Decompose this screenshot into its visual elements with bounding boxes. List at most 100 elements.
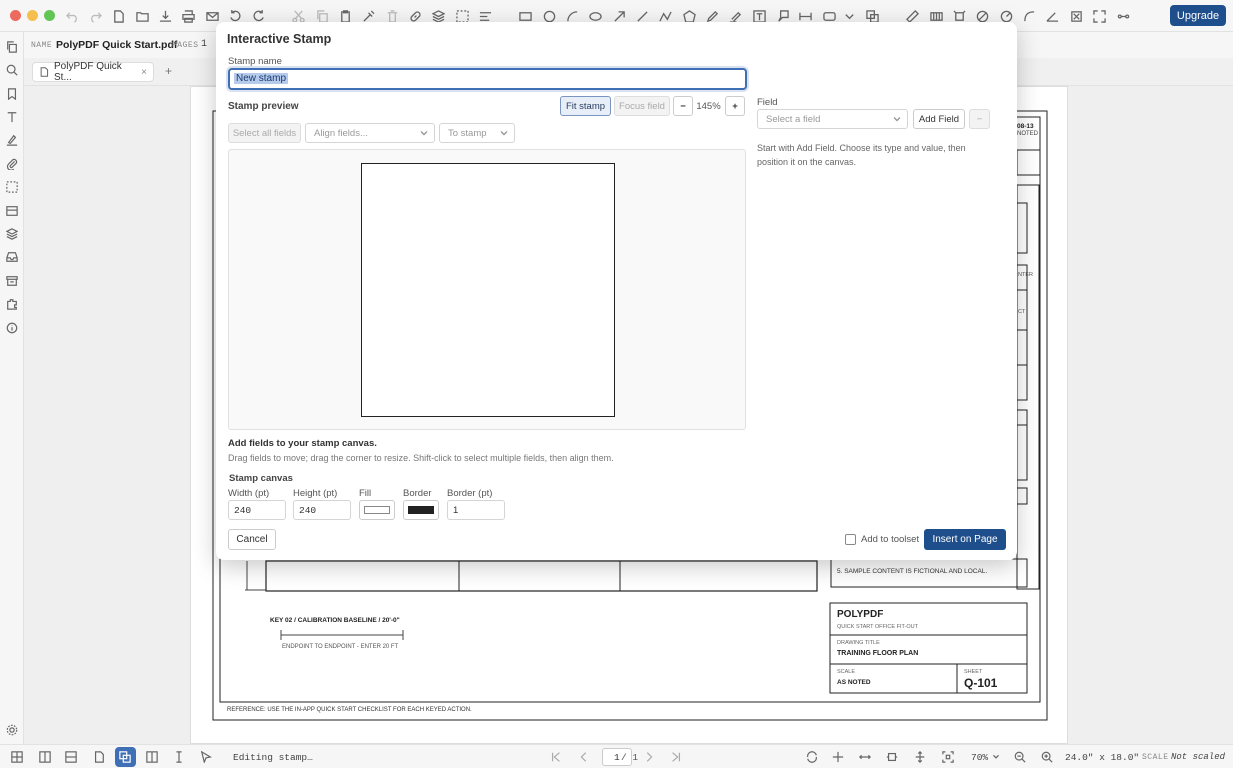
to-stamp-select[interactable]: To stamp [439, 123, 515, 143]
undo-icon[interactable] [64, 8, 80, 24]
file-name: PolyPDF Quick Start.pdf [56, 39, 178, 51]
fit-width-icon[interactable] [858, 750, 872, 764]
more-icon[interactable] [1115, 8, 1131, 24]
close-window-button[interactable] [10, 10, 21, 21]
form-icon[interactable] [5, 204, 19, 218]
download-icon[interactable] [157, 8, 173, 24]
note-5: 5. SAMPLE CONTENT IS FICTIONAL AND LOCAL… [837, 568, 988, 575]
scale-value: AS NOTED [837, 679, 871, 686]
fit-height-icon[interactable] [913, 750, 927, 764]
settings-gear-icon[interactable] [5, 723, 19, 737]
new-file-icon[interactable] [110, 8, 126, 24]
previous-page-icon[interactable] [577, 750, 591, 764]
field-label: Field [757, 97, 778, 108]
fill-color-swatch[interactable] [359, 500, 395, 520]
minimize-window-button[interactable] [27, 10, 38, 21]
page-current: 1 [614, 752, 620, 763]
single-page-icon[interactable] [92, 750, 106, 764]
angle-icon[interactable] [1044, 8, 1060, 24]
drawing-title: TRAINING FLOOR PLAN [837, 650, 919, 657]
sync-icon[interactable] [805, 750, 819, 764]
text-cursor-icon[interactable] [172, 750, 186, 764]
fit-stamp-button[interactable]: Fit stamp [560, 96, 611, 116]
add-field-button[interactable]: Add Field [913, 109, 965, 129]
pages-icon[interactable] [5, 40, 19, 54]
stamp-preview-area[interactable] [228, 149, 746, 430]
crop-icon[interactable] [1068, 8, 1084, 24]
tab-close-icon[interactable]: × [141, 67, 147, 78]
redo-icon[interactable] [87, 8, 103, 24]
fit-page-icon[interactable] [885, 750, 899, 764]
zoom-in-button[interactable]: + [725, 96, 745, 116]
new-tab-button[interactable]: + [165, 64, 172, 78]
search-icon[interactable] [5, 63, 19, 77]
zoom-chevron-icon[interactable] [989, 750, 1003, 764]
focus-field-button[interactable]: Focus field [614, 96, 670, 116]
zoom-out-button[interactable]: − [673, 96, 693, 116]
overlay-view-button[interactable] [115, 747, 136, 767]
titleblock-project: QUICK START OFFICE FIT-OUT [837, 624, 918, 630]
split-view-icon[interactable] [145, 750, 159, 764]
key-caption: ENDPOINT TO ENDPOINT - ENTER 20 FT [282, 644, 399, 650]
fullscreen-icon[interactable] [1091, 8, 1107, 24]
side-label-ct: CT [1018, 309, 1026, 315]
layers-panel-icon[interactable] [5, 227, 19, 241]
field-select[interactable]: Select a field [757, 109, 908, 129]
last-page-icon[interactable] [669, 750, 683, 764]
selection-icon[interactable] [5, 180, 19, 194]
zoom-out-icon[interactable] [1013, 750, 1027, 764]
archive-icon[interactable] [5, 274, 19, 288]
mail-icon[interactable] [204, 8, 220, 24]
next-page-icon[interactable] [642, 750, 656, 764]
stamp-name-value: New stamp [234, 73, 289, 84]
cancel-button[interactable]: Cancel [228, 529, 276, 550]
attachment-icon[interactable] [5, 157, 19, 171]
select-tool-icon[interactable] [199, 750, 213, 764]
curve-icon[interactable] [1021, 8, 1037, 24]
insert-on-page-button[interactable]: Insert on Page [924, 529, 1006, 550]
inbox-icon[interactable] [5, 250, 19, 264]
remove-field-button[interactable]: − [969, 109, 990, 129]
select-all-fields-button[interactable]: Select all fields [228, 123, 301, 143]
document-tab[interactable]: PolyPDF Quick St... × [32, 61, 154, 83]
stamp-name-input[interactable]: New stamp [228, 68, 747, 90]
plugin-icon[interactable] [5, 297, 19, 311]
field-select-placeholder: Select a field [766, 113, 821, 125]
continuous-icon[interactable] [64, 750, 78, 764]
print-icon[interactable] [180, 8, 196, 24]
width-input[interactable]: 240 [228, 500, 286, 520]
zoom-window-button[interactable] [44, 10, 55, 21]
zoom-level[interactable]: 70% [971, 752, 988, 763]
height-input[interactable]: 240 [293, 500, 351, 520]
document-tab-label: PolyPDF Quick St... [54, 61, 122, 83]
signature-icon[interactable] [5, 133, 19, 147]
first-page-icon[interactable] [549, 750, 563, 764]
border-color-swatch[interactable] [403, 500, 439, 520]
add-to-toolset-checkbox[interactable] [845, 534, 856, 545]
border-color-chip [408, 506, 434, 514]
info-icon[interactable] [5, 321, 19, 335]
open-folder-icon[interactable] [134, 8, 150, 24]
chevron-down-icon [500, 129, 508, 137]
side-label-center: NTER [1018, 272, 1033, 278]
bookmark-icon[interactable] [5, 87, 19, 101]
border-width-input[interactable]: 1 [447, 500, 505, 520]
overlay-icon [119, 751, 131, 763]
status-bar: Editing stamp… 1 / 1 70% 24.0" x 18.0" S… [0, 744, 1233, 768]
scale-caption: SCALE [837, 669, 856, 675]
actual-size-icon[interactable] [941, 750, 955, 764]
crosshair-icon[interactable] [831, 750, 845, 764]
scale-value: Not scaled [1171, 752, 1226, 762]
width-label: Width (pt) [228, 488, 270, 499]
upgrade-button[interactable]: Upgrade [1170, 5, 1226, 26]
grid-view-icon[interactable] [10, 750, 24, 764]
align-fields-select[interactable]: Align fields... [305, 123, 435, 143]
two-page-icon[interactable] [38, 750, 52, 764]
add-fields-heading: Add fields to your stamp canvas. [228, 438, 377, 449]
zoom-value: 145% [696, 101, 721, 112]
zoom-in-icon[interactable] [1040, 750, 1054, 764]
text-icon[interactable] [5, 110, 19, 124]
stamp-canvas-box[interactable] [361, 163, 615, 417]
pages-count: 1 [201, 39, 208, 50]
add-to-toolset-label[interactable]: Add to toolset [861, 534, 919, 545]
